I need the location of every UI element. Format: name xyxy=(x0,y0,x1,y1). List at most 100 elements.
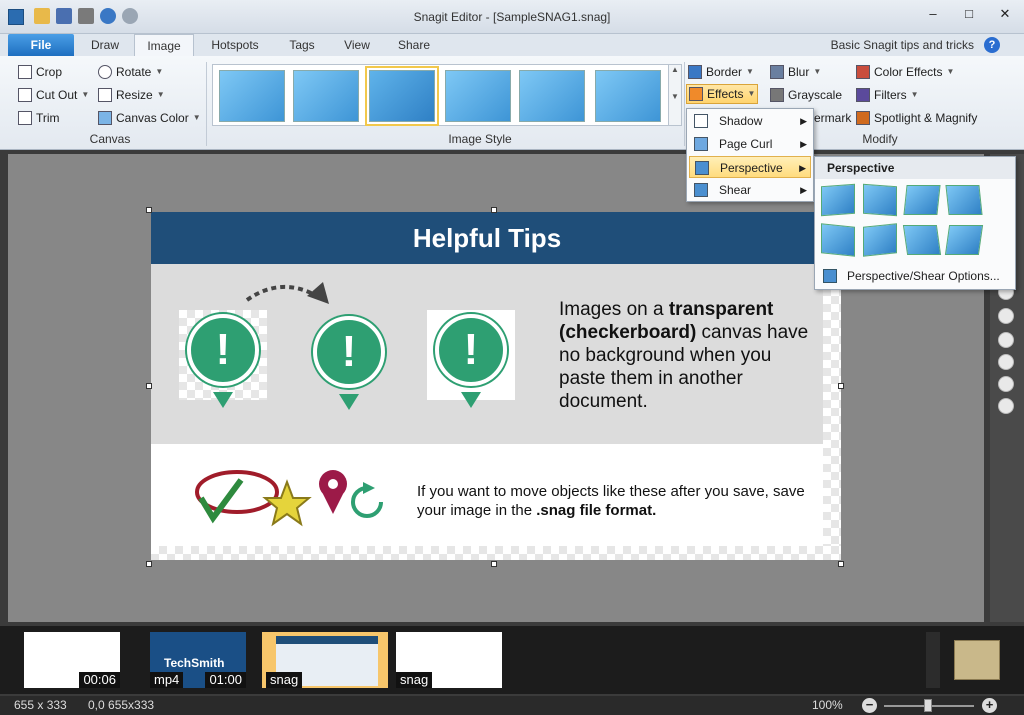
tab-view[interactable]: View xyxy=(332,34,382,56)
open-captures-tray: 00:06 TechSmith mp4 01:00 snag snag xyxy=(0,626,1024,694)
doc-paragraph-2: If you want to move objects like these a… xyxy=(417,483,805,519)
style-thumbnail[interactable] xyxy=(293,70,359,122)
canvas-color-button[interactable]: Canvas Color ▼ xyxy=(98,108,201,128)
chevron-down-icon[interactable]: ▼ xyxy=(669,92,681,101)
resize-handle[interactable] xyxy=(838,383,844,389)
crop-button[interactable]: Crop xyxy=(18,62,62,82)
cut-out-icon xyxy=(18,88,32,102)
resize-handle[interactable] xyxy=(146,207,152,213)
menu-item-shear[interactable]: Shear ▶ xyxy=(689,179,811,201)
filters-button[interactable]: Filters ▼ xyxy=(856,85,919,105)
border-button[interactable]: Border ▼ xyxy=(688,62,754,82)
close-button[interactable]: ✕ xyxy=(994,6,1016,22)
trim-button[interactable]: Trim xyxy=(18,108,60,128)
shear-icon xyxy=(694,183,708,197)
canvas-group-label: Canvas xyxy=(89,132,131,146)
pin-icon: ! xyxy=(313,316,385,388)
tab-draw[interactable]: Draw xyxy=(80,34,130,56)
effects-button[interactable]: Effects ▼ xyxy=(686,84,759,104)
document-image[interactable]: Helpful Tips ! ! ! Images on a transpare… xyxy=(151,212,841,560)
chevron-down-icon: ▼ xyxy=(813,67,822,76)
zoom-in-button[interactable]: + xyxy=(982,698,997,713)
chevron-down-icon: ▼ xyxy=(155,67,164,76)
style-thumbnail[interactable] xyxy=(445,70,511,122)
maximize-button[interactable]: □ xyxy=(958,6,980,22)
doc-paragraph-1: Images on a transparent (checkerboard) c… xyxy=(559,299,809,412)
help-icon[interactable]: ? xyxy=(984,37,1000,53)
perspective-preset[interactable] xyxy=(863,183,897,217)
gallery-scroll[interactable]: ▲ ▼ xyxy=(668,64,682,126)
perspective-submenu: Perspective Perspective/Shear Options... xyxy=(814,156,1016,290)
perspective-preset[interactable] xyxy=(902,225,942,255)
resize-icon xyxy=(98,88,112,102)
circle-icon[interactable] xyxy=(998,354,1014,370)
perspective-preset[interactable] xyxy=(821,183,855,217)
chevron-up-icon[interactable]: ▲ xyxy=(669,65,681,74)
effects-menu: Shadow ▶ Page Curl ▶ Perspective ▶ Shear ▶ xyxy=(686,108,814,202)
resize-handle[interactable] xyxy=(146,561,152,567)
zoom-slider-handle[interactable] xyxy=(924,699,932,712)
objects-illustration xyxy=(195,470,383,527)
perspective-preset[interactable] xyxy=(821,223,855,257)
watermark-button[interactable]: ermark xyxy=(814,108,851,128)
title-bar: Snagit Editor - [SampleSNAG1.snag] – □ ✕ xyxy=(0,0,1024,34)
style-thumbnail-selected[interactable] xyxy=(365,66,439,126)
image-style-group-label: Image Style xyxy=(448,132,512,146)
menu-item-shadow[interactable]: Shadow ▶ xyxy=(689,110,811,132)
grayscale-button[interactable]: Grayscale xyxy=(770,85,842,105)
menu-item-page-curl[interactable]: Page Curl ▶ xyxy=(689,133,811,155)
rotate-button[interactable]: Rotate ▼ xyxy=(98,62,163,82)
modify-group-label: Modify xyxy=(862,132,898,146)
tray-item-snag-selected[interactable]: snag xyxy=(262,632,388,688)
resize-button[interactable]: Resize ▼ xyxy=(98,85,165,105)
tab-hotspots[interactable]: Hotspots xyxy=(198,34,272,56)
style-thumbnail[interactable] xyxy=(219,70,285,122)
tab-share[interactable]: Share xyxy=(386,34,442,56)
spotlight-magnify-button[interactable]: Spotlight & Magnify xyxy=(856,108,977,128)
perspective-shear-options[interactable]: Perspective/Shear Options... xyxy=(817,265,1013,287)
perspective-preset[interactable] xyxy=(863,223,897,257)
style-thumbnail[interactable] xyxy=(595,70,661,122)
zoom-out-button[interactable]: − xyxy=(862,698,877,713)
pin-tip xyxy=(461,392,481,408)
page-curl-icon xyxy=(694,137,708,151)
star-icon[interactable] xyxy=(998,398,1014,414)
perspective-preset[interactable] xyxy=(903,185,941,215)
blur-icon xyxy=(770,65,784,79)
resize-handle[interactable] xyxy=(146,383,152,389)
tab-file[interactable]: File xyxy=(8,34,74,56)
chevron-down-icon: ▼ xyxy=(946,67,955,76)
color-effects-button[interactable]: Color Effects ▼ xyxy=(856,62,954,82)
tray-item-video[interactable]: 00:06 xyxy=(24,632,120,688)
tray-scroll[interactable] xyxy=(926,632,940,688)
perspective-icon xyxy=(695,161,709,175)
resize-handle[interactable] xyxy=(491,561,497,567)
trim-icon xyxy=(18,111,32,125)
tray-item-mp4[interactable]: TechSmith mp4 01:00 xyxy=(150,632,246,688)
cut-out-button[interactable]: Cut Out ▼ xyxy=(18,85,89,105)
menu-item-perspective[interactable]: Perspective ▶ xyxy=(689,156,811,178)
tray-item-snag[interactable]: snag xyxy=(396,632,502,688)
filters-icon xyxy=(856,88,870,102)
perspective-preset[interactable] xyxy=(944,225,984,255)
perspective-preset[interactable] xyxy=(945,185,983,215)
minimize-button[interactable]: – xyxy=(922,6,944,22)
blur-button[interactable]: Blur ▼ xyxy=(770,62,821,82)
heart-icon[interactable] xyxy=(998,308,1014,324)
window-title: Snagit Editor - [SampleSNAG1.snag] xyxy=(413,10,611,24)
library-folder-icon[interactable] xyxy=(954,640,1000,680)
tab-image[interactable]: Image xyxy=(134,34,194,56)
check-icon[interactable] xyxy=(998,376,1014,392)
pin-icon: ! xyxy=(187,314,259,386)
submenu-arrow-icon: ▶ xyxy=(799,163,806,173)
chevron-down-icon: ▼ xyxy=(156,90,165,99)
resize-handle[interactable] xyxy=(491,207,497,213)
pin-tip xyxy=(213,392,233,408)
resize-handle[interactable] xyxy=(838,561,844,567)
tips-dropdown[interactable]: Basic Snagit tips and tricks xyxy=(831,38,974,52)
style-thumbnail[interactable] xyxy=(519,70,585,122)
dollar-icon[interactable] xyxy=(998,332,1014,348)
shadow-icon xyxy=(694,114,708,128)
tab-tags[interactable]: Tags xyxy=(276,34,328,56)
cursor-position: 0,0 655x333 xyxy=(88,698,155,712)
